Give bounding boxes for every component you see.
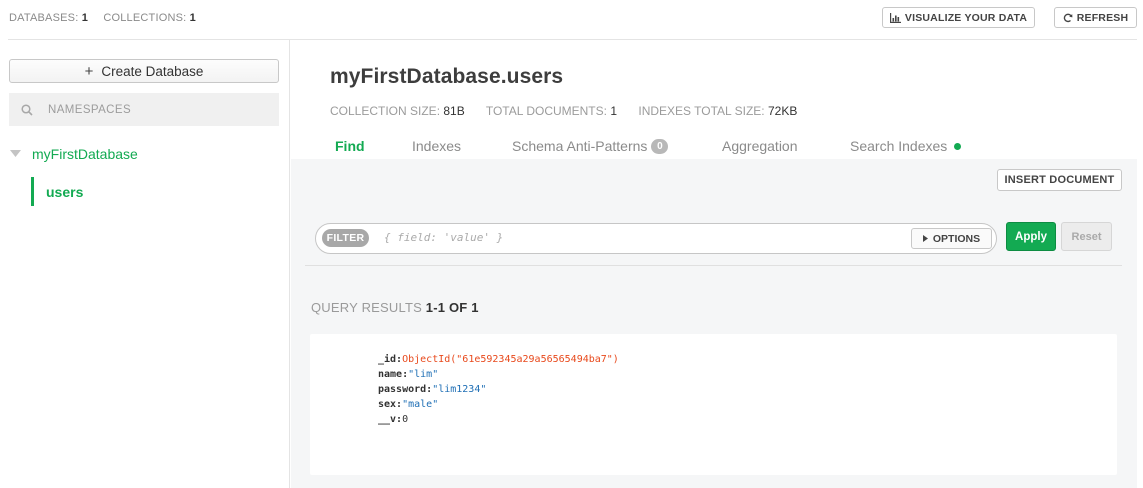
- top-bar: DATABASES: 1 COLLECTIONS: 1 VISUALIZE YO…: [0, 0, 1143, 38]
- collections-label: COLLECTIONS:: [103, 12, 187, 24]
- field-key: name:: [378, 369, 409, 380]
- chart-icon: [889, 12, 901, 23]
- plus-icon: +: [84, 62, 94, 80]
- tab-indexes-label: Indexes: [412, 138, 462, 154]
- namespace-search-input[interactable]: NAMESPACES: [9, 93, 279, 126]
- namespace-placeholder: NAMESPACES: [48, 103, 132, 116]
- query-results-label: QUERY RESULTS: [311, 300, 422, 315]
- field-key: password:: [378, 384, 433, 395]
- indexes-size-value: 72KB: [767, 104, 798, 118]
- tab-find-label: Find: [335, 138, 365, 154]
- indexes-size-label: INDEXES TOTAL SIZE:: [638, 104, 765, 118]
- field-value: 0: [402, 414, 409, 425]
- field-id: _id:ObjectId("61e592345a29a56565494ba7"): [378, 352, 619, 367]
- insert-document-button[interactable]: INSERT DOCUMENT: [997, 169, 1122, 191]
- tab-aggregation-label: Aggregation: [722, 138, 798, 154]
- filter-query-bar: FILTER { field: 'value' } OPTIONS: [315, 223, 997, 254]
- field-key: __v:: [378, 414, 403, 425]
- collection-name: users: [46, 183, 84, 200]
- sidebar: + Create Database NAMESPACES myFirstData…: [0, 40, 290, 488]
- collection-stats: COLLECTION SIZE: 81B TOTAL DOCUMENTS: 1 …: [330, 104, 815, 118]
- options-button[interactable]: OPTIONS: [911, 228, 992, 249]
- visualize-label: VISUALIZE YOUR DATA: [904, 11, 1028, 24]
- options-label: OPTIONS: [932, 232, 981, 245]
- main-panel: myFirstDatabase.users COLLECTION SIZE: 8…: [291, 40, 1143, 488]
- refresh-icon: [1063, 13, 1073, 22]
- refresh-label: REFRESH: [1076, 11, 1129, 24]
- collection-size-label: COLLECTION SIZE:: [330, 104, 441, 118]
- search-icon: [21, 103, 33, 116]
- status-dot-icon: [954, 142, 962, 150]
- field-value: "lim1234": [432, 384, 487, 395]
- field-password: password:"lim1234": [378, 382, 619, 397]
- collections-count: 1: [189, 12, 196, 24]
- find-view: INSERT DOCUMENT FILTER { field: 'value' …: [291, 159, 1137, 488]
- field-v: __v:0: [378, 412, 619, 427]
- field-value: "male": [402, 399, 439, 410]
- filter-pill: FILTER: [322, 229, 369, 247]
- field-key: _id:: [378, 354, 403, 365]
- content-divider: [305, 265, 1122, 266]
- query-results-range: 1-1 OF 1: [425, 300, 479, 315]
- document-card[interactable]: _id:ObjectId("61e592345a29a56565494ba7")…: [310, 334, 1117, 475]
- field-sex: sex:"male": [378, 397, 619, 412]
- collection-title: myFirstDatabase.users: [330, 65, 564, 88]
- sidebar-collection-users[interactable]: users: [31, 177, 83, 206]
- sidebar-database-myfirstdatabase[interactable]: myFirstDatabase: [10, 146, 138, 162]
- tab-aggregation[interactable]: Aggregation: [722, 138, 798, 154]
- refresh-button[interactable]: REFRESH: [1054, 7, 1137, 28]
- field-key: sex:: [378, 399, 403, 410]
- tab-search-indexes[interactable]: Search Indexes: [850, 138, 962, 154]
- field-value: "lim": [408, 369, 439, 380]
- field-name: name:"lim": [378, 367, 619, 382]
- collection-tabs: Find Indexes Schema Anti-Patterns 0 Aggr…: [291, 130, 1143, 158]
- database-name: myFirstDatabase: [32, 146, 138, 162]
- total-documents-value: 1: [610, 104, 618, 118]
- collection-size-value: 81B: [443, 104, 465, 118]
- apply-button[interactable]: Apply: [1006, 222, 1056, 251]
- field-value: ObjectId("61e592345a29a56565494ba7"): [402, 354, 619, 365]
- anti-patterns-count-badge: 0: [651, 138, 669, 154]
- document-fields: _id:ObjectId("61e592345a29a56565494ba7")…: [378, 352, 619, 427]
- reset-button[interactable]: Reset: [1061, 222, 1112, 251]
- tab-search-indexes-label: Search Indexes: [850, 138, 948, 154]
- tab-find[interactable]: Find: [335, 138, 365, 154]
- caret-down-icon: [10, 150, 21, 157]
- total-documents-label: TOTAL DOCUMENTS:: [485, 104, 607, 118]
- tab-indexes[interactable]: Indexes: [412, 138, 461, 154]
- tab-schema-label: Schema Anti-Patterns: [512, 138, 648, 154]
- filter-input[interactable]: { field: 'value' }: [384, 231, 503, 244]
- visualize-data-button[interactable]: VISUALIZE YOUR DATA: [882, 7, 1035, 28]
- databases-count: 1: [81, 12, 89, 24]
- create-database-button[interactable]: + Create Database: [9, 59, 279, 83]
- tab-schema-anti-patterns[interactable]: Schema Anti-Patterns 0: [512, 138, 669, 154]
- caret-right-icon: [922, 235, 928, 242]
- databases-label: DATABASES:: [9, 12, 79, 24]
- query-results-summary: QUERY RESULTS 1-1 OF 1: [311, 300, 479, 315]
- create-database-label: Create Database: [101, 63, 204, 79]
- cluster-stats: DATABASES: 1 COLLECTIONS: 1: [9, 12, 208, 24]
